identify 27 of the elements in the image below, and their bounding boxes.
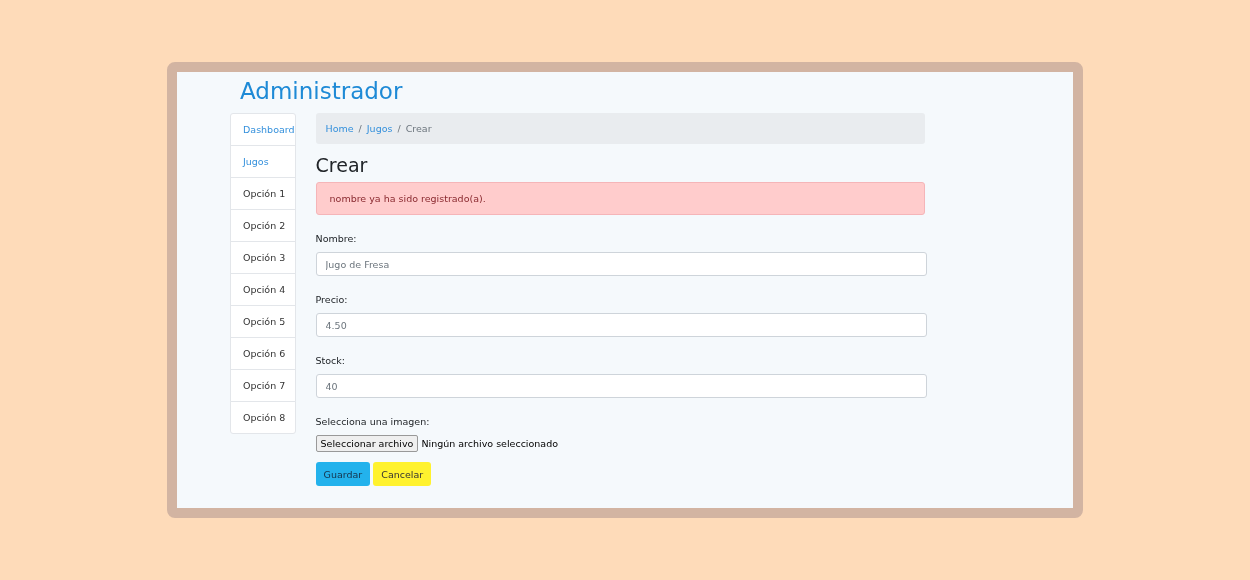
sidebar-item[interactable]: Opción 4 — [230, 273, 296, 306]
sidebar-item[interactable]: Opción 5 — [230, 305, 296, 338]
save-button[interactable]: Guardar — [315, 462, 371, 486]
sidebar-item[interactable]: Opción 7 — [230, 369, 296, 402]
page-heading: Crear — [315, 154, 369, 176]
file-status: Ningún archivo seleccionado — [421, 438, 558, 449]
sidebar-item[interactable]: Opción 3 — [230, 241, 296, 274]
sidebar-item[interactable]: Opción 2 — [230, 209, 296, 242]
sidebar-item[interactable]: Opción 6 — [230, 337, 296, 370]
input-field[interactable]: 40 — [315, 374, 927, 398]
sidebar-item[interactable]: Jugos — [230, 145, 296, 178]
breadcrumb-current: Crear — [405, 123, 432, 134]
field-label: Precio: — [315, 294, 349, 305]
app-title: Administrador — [240, 78, 404, 106]
sidebar-item[interactable]: Opción 8 — [230, 401, 296, 434]
error-alert: nombre ya ha sido registrado(a). — [315, 182, 925, 215]
input-field[interactable]: Jugo de Fresa — [315, 252, 927, 276]
sidebar-item[interactable]: Dashboard — [230, 113, 296, 146]
cancel-button[interactable]: Cancelar — [373, 462, 432, 486]
input-field[interactable]: 4.50 — [315, 313, 927, 337]
choose-file-button[interactable]: Seleccionar archivo — [315, 435, 419, 452]
sidebar-item[interactable]: Opción 1 — [230, 177, 296, 210]
field-label: Nombre: — [315, 233, 358, 244]
breadcrumb-separator: / — [358, 123, 362, 134]
breadcrumb-separator: / — [397, 123, 401, 134]
field-label: Stock: — [315, 355, 347, 366]
field-label: Selecciona una imagen: — [315, 416, 431, 427]
